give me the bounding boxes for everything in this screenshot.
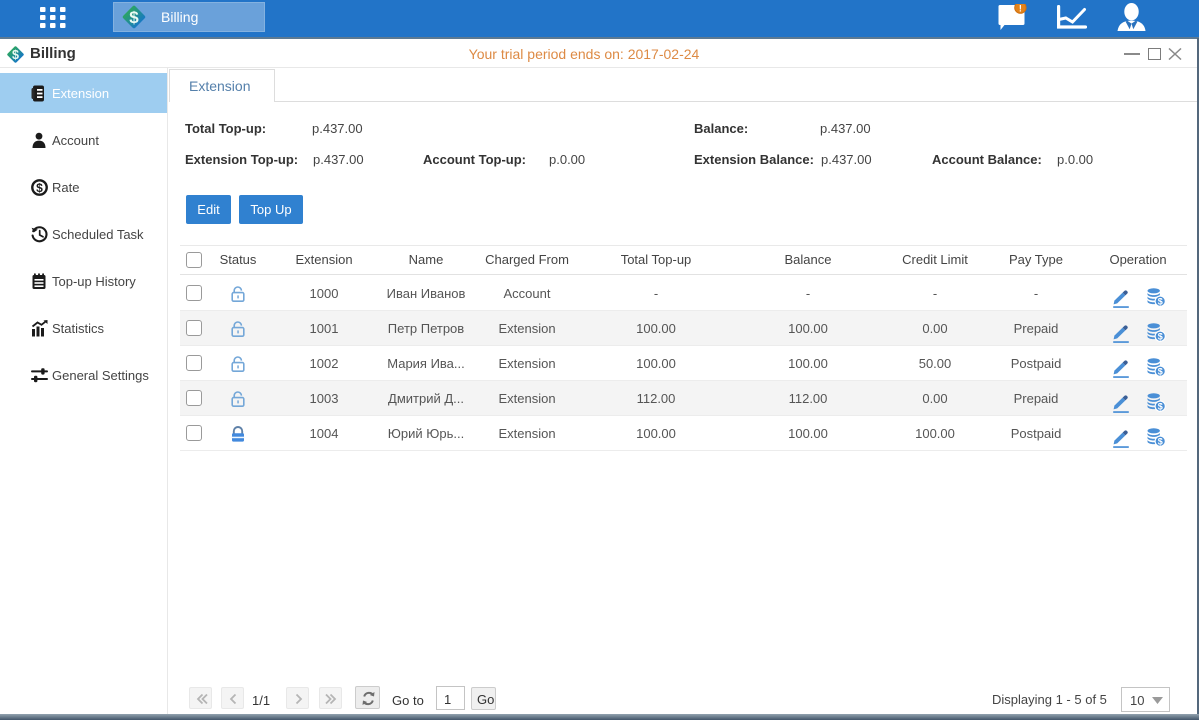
svg-text:$: $	[1158, 437, 1163, 447]
svg-text:$: $	[1158, 367, 1163, 377]
svg-text:!: !	[1019, 4, 1022, 13]
svg-text:$: $	[1158, 332, 1163, 342]
svg-text:$: $	[129, 8, 139, 27]
svg-text:$: $	[12, 48, 19, 62]
svg-text:$: $	[1158, 297, 1163, 307]
svg-text:$: $	[36, 181, 43, 195]
svg-text:$: $	[1158, 402, 1163, 412]
